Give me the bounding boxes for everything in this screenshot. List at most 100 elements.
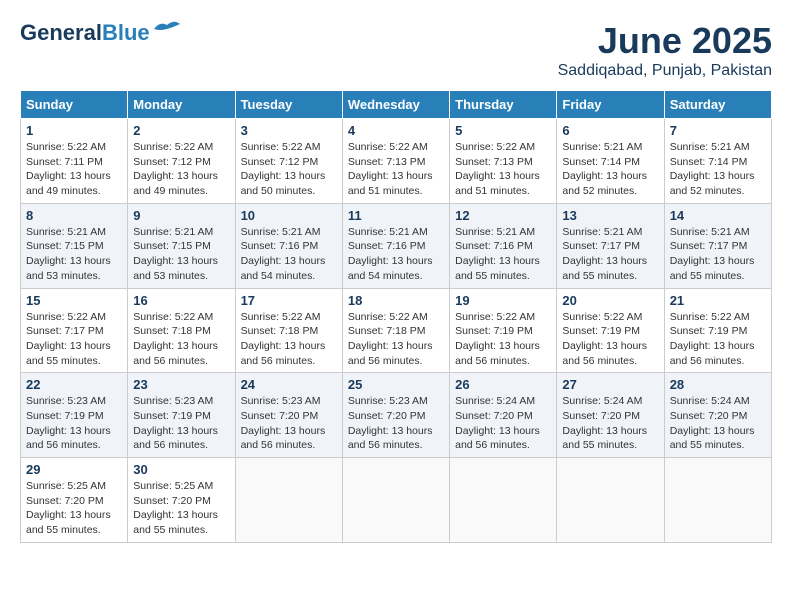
table-row: 15 Sunrise: 5:22 AMSunset: 7:17 PMDaylig… xyxy=(21,288,128,373)
day-info: Sunrise: 5:22 AMSunset: 7:18 PMDaylight:… xyxy=(133,310,229,369)
page-header: General Blue June 2025 Saddiqabad, Punja… xyxy=(20,20,772,80)
col-friday: Friday xyxy=(557,91,664,119)
table-row: 1 Sunrise: 5:22 AMSunset: 7:11 PMDayligh… xyxy=(21,119,128,204)
day-info: Sunrise: 5:25 AMSunset: 7:20 PMDaylight:… xyxy=(133,479,229,538)
day-info: Sunrise: 5:21 AMSunset: 7:16 PMDaylight:… xyxy=(455,225,551,284)
day-info: Sunrise: 5:23 AMSunset: 7:19 PMDaylight:… xyxy=(26,394,122,453)
calendar-week-2: 8 Sunrise: 5:21 AMSunset: 7:15 PMDayligh… xyxy=(21,203,772,288)
location-subtitle: Saddiqabad, Punjab, Pakistan xyxy=(558,62,772,80)
table-row: 6 Sunrise: 5:21 AMSunset: 7:14 PMDayligh… xyxy=(557,119,664,204)
calendar-week-4: 22 Sunrise: 5:23 AMSunset: 7:19 PMDaylig… xyxy=(21,373,772,458)
table-row: 12 Sunrise: 5:21 AMSunset: 7:16 PMDaylig… xyxy=(450,203,557,288)
day-info: Sunrise: 5:21 AMSunset: 7:14 PMDaylight:… xyxy=(670,140,766,199)
day-number: 25 xyxy=(348,377,444,392)
table-row xyxy=(450,458,557,543)
col-tuesday: Tuesday xyxy=(235,91,342,119)
day-info: Sunrise: 5:22 AMSunset: 7:13 PMDaylight:… xyxy=(455,140,551,199)
day-info: Sunrise: 5:21 AMSunset: 7:14 PMDaylight:… xyxy=(562,140,658,199)
day-info: Sunrise: 5:22 AMSunset: 7:12 PMDaylight:… xyxy=(133,140,229,199)
title-section: June 2025 Saddiqabad, Punjab, Pakistan xyxy=(558,20,772,80)
table-row: 27 Sunrise: 5:24 AMSunset: 7:20 PMDaylig… xyxy=(557,373,664,458)
table-row: 24 Sunrise: 5:23 AMSunset: 7:20 PMDaylig… xyxy=(235,373,342,458)
table-row: 28 Sunrise: 5:24 AMSunset: 7:20 PMDaylig… xyxy=(664,373,771,458)
day-number: 27 xyxy=(562,377,658,392)
table-row: 2 Sunrise: 5:22 AMSunset: 7:12 PMDayligh… xyxy=(128,119,235,204)
table-row: 11 Sunrise: 5:21 AMSunset: 7:16 PMDaylig… xyxy=(342,203,449,288)
day-info: Sunrise: 5:22 AMSunset: 7:11 PMDaylight:… xyxy=(26,140,122,199)
day-number: 10 xyxy=(241,208,337,223)
day-number: 30 xyxy=(133,462,229,477)
col-sunday: Sunday xyxy=(21,91,128,119)
day-number: 1 xyxy=(26,123,122,138)
table-row: 7 Sunrise: 5:21 AMSunset: 7:14 PMDayligh… xyxy=(664,119,771,204)
table-row xyxy=(664,458,771,543)
table-row: 14 Sunrise: 5:21 AMSunset: 7:17 PMDaylig… xyxy=(664,203,771,288)
logo-general: General xyxy=(20,20,102,46)
table-row: 3 Sunrise: 5:22 AMSunset: 7:12 PMDayligh… xyxy=(235,119,342,204)
table-row xyxy=(557,458,664,543)
table-row: 22 Sunrise: 5:23 AMSunset: 7:19 PMDaylig… xyxy=(21,373,128,458)
calendar-week-5: 29 Sunrise: 5:25 AMSunset: 7:20 PMDaylig… xyxy=(21,458,772,543)
table-row: 29 Sunrise: 5:25 AMSunset: 7:20 PMDaylig… xyxy=(21,458,128,543)
calendar-table: Sunday Monday Tuesday Wednesday Thursday… xyxy=(20,90,772,543)
day-number: 17 xyxy=(241,293,337,308)
day-number: 7 xyxy=(670,123,766,138)
calendar-week-1: 1 Sunrise: 5:22 AMSunset: 7:11 PMDayligh… xyxy=(21,119,772,204)
day-number: 20 xyxy=(562,293,658,308)
calendar-header-row: Sunday Monday Tuesday Wednesday Thursday… xyxy=(21,91,772,119)
table-row: 17 Sunrise: 5:22 AMSunset: 7:18 PMDaylig… xyxy=(235,288,342,373)
day-number: 14 xyxy=(670,208,766,223)
day-number: 18 xyxy=(348,293,444,308)
day-info: Sunrise: 5:22 AMSunset: 7:18 PMDaylight:… xyxy=(348,310,444,369)
day-number: 26 xyxy=(455,377,551,392)
day-info: Sunrise: 5:23 AMSunset: 7:20 PMDaylight:… xyxy=(348,394,444,453)
day-number: 2 xyxy=(133,123,229,138)
day-number: 8 xyxy=(26,208,122,223)
day-number: 28 xyxy=(670,377,766,392)
month-year-title: June 2025 xyxy=(558,20,772,62)
col-monday: Monday xyxy=(128,91,235,119)
day-number: 15 xyxy=(26,293,122,308)
table-row: 10 Sunrise: 5:21 AMSunset: 7:16 PMDaylig… xyxy=(235,203,342,288)
day-number: 13 xyxy=(562,208,658,223)
logo: General Blue xyxy=(20,20,182,46)
day-number: 11 xyxy=(348,208,444,223)
day-info: Sunrise: 5:24 AMSunset: 7:20 PMDaylight:… xyxy=(670,394,766,453)
table-row: 4 Sunrise: 5:22 AMSunset: 7:13 PMDayligh… xyxy=(342,119,449,204)
day-info: Sunrise: 5:22 AMSunset: 7:18 PMDaylight:… xyxy=(241,310,337,369)
day-info: Sunrise: 5:23 AMSunset: 7:20 PMDaylight:… xyxy=(241,394,337,453)
table-row xyxy=(342,458,449,543)
day-number: 22 xyxy=(26,377,122,392)
day-info: Sunrise: 5:22 AMSunset: 7:13 PMDaylight:… xyxy=(348,140,444,199)
calendar-week-3: 15 Sunrise: 5:22 AMSunset: 7:17 PMDaylig… xyxy=(21,288,772,373)
day-number: 23 xyxy=(133,377,229,392)
table-row: 20 Sunrise: 5:22 AMSunset: 7:19 PMDaylig… xyxy=(557,288,664,373)
day-info: Sunrise: 5:22 AMSunset: 7:19 PMDaylight:… xyxy=(670,310,766,369)
table-row: 30 Sunrise: 5:25 AMSunset: 7:20 PMDaylig… xyxy=(128,458,235,543)
table-row: 25 Sunrise: 5:23 AMSunset: 7:20 PMDaylig… xyxy=(342,373,449,458)
table-row: 16 Sunrise: 5:22 AMSunset: 7:18 PMDaylig… xyxy=(128,288,235,373)
table-row: 23 Sunrise: 5:23 AMSunset: 7:19 PMDaylig… xyxy=(128,373,235,458)
day-info: Sunrise: 5:24 AMSunset: 7:20 PMDaylight:… xyxy=(562,394,658,453)
day-info: Sunrise: 5:21 AMSunset: 7:17 PMDaylight:… xyxy=(670,225,766,284)
col-saturday: Saturday xyxy=(664,91,771,119)
day-info: Sunrise: 5:24 AMSunset: 7:20 PMDaylight:… xyxy=(455,394,551,453)
table-row: 18 Sunrise: 5:22 AMSunset: 7:18 PMDaylig… xyxy=(342,288,449,373)
table-row: 5 Sunrise: 5:22 AMSunset: 7:13 PMDayligh… xyxy=(450,119,557,204)
logo-bird-icon xyxy=(152,19,182,39)
day-number: 9 xyxy=(133,208,229,223)
day-info: Sunrise: 5:22 AMSunset: 7:19 PMDaylight:… xyxy=(455,310,551,369)
day-info: Sunrise: 5:21 AMSunset: 7:15 PMDaylight:… xyxy=(133,225,229,284)
day-number: 24 xyxy=(241,377,337,392)
table-row: 9 Sunrise: 5:21 AMSunset: 7:15 PMDayligh… xyxy=(128,203,235,288)
logo-blue: Blue xyxy=(102,20,150,46)
day-number: 4 xyxy=(348,123,444,138)
day-info: Sunrise: 5:23 AMSunset: 7:19 PMDaylight:… xyxy=(133,394,229,453)
table-row: 8 Sunrise: 5:21 AMSunset: 7:15 PMDayligh… xyxy=(21,203,128,288)
day-info: Sunrise: 5:21 AMSunset: 7:17 PMDaylight:… xyxy=(562,225,658,284)
day-number: 16 xyxy=(133,293,229,308)
table-row: 21 Sunrise: 5:22 AMSunset: 7:19 PMDaylig… xyxy=(664,288,771,373)
day-number: 5 xyxy=(455,123,551,138)
day-info: Sunrise: 5:21 AMSunset: 7:16 PMDaylight:… xyxy=(241,225,337,284)
day-number: 6 xyxy=(562,123,658,138)
